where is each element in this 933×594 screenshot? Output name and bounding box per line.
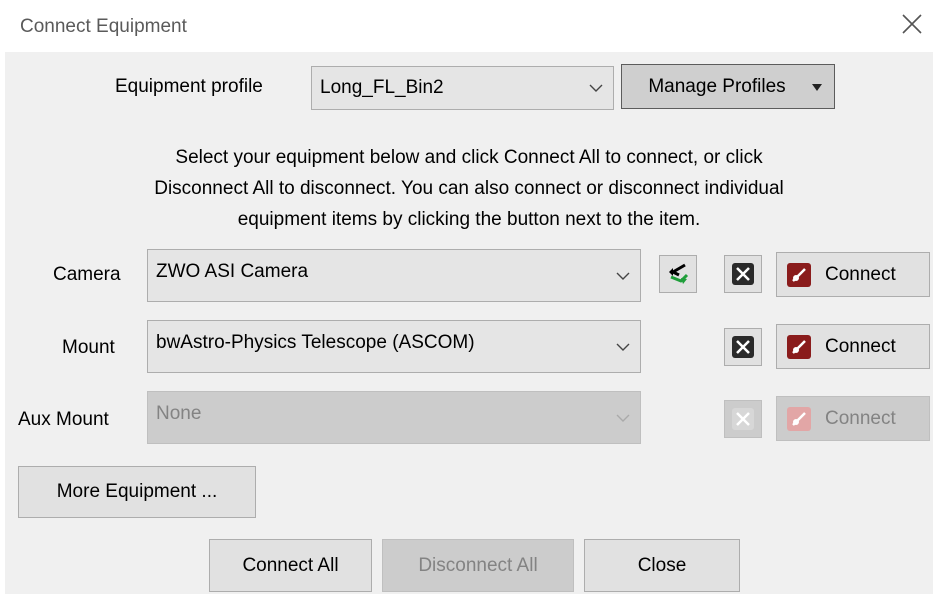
plug-icon bbox=[787, 407, 811, 431]
connect-all-label: Connect All bbox=[242, 554, 339, 576]
aux-mount-connect-label: Connect bbox=[825, 407, 896, 429]
refresh-icon bbox=[669, 263, 689, 284]
plug-icon bbox=[787, 335, 811, 359]
camera-select[interactable]: ZWO ASI Camera bbox=[147, 249, 641, 302]
equipment-profile-value: Long_FL_Bin2 bbox=[320, 77, 444, 98]
close-icon[interactable] bbox=[898, 10, 926, 38]
instructions-line-2: Disconnect All to disconnect. You can al… bbox=[154, 178, 784, 199]
close-button[interactable]: Close bbox=[584, 539, 740, 592]
instructions-line-1: Select your equipment below and click Co… bbox=[175, 147, 763, 168]
equipment-profile-select[interactable]: Long_FL_Bin2 bbox=[311, 66, 614, 110]
chevron-down-icon bbox=[616, 414, 630, 422]
disconnect-all-button[interactable]: Disconnect All bbox=[382, 539, 574, 592]
aux-mount-select[interactable]: None bbox=[147, 391, 641, 444]
disconnect-all-label: Disconnect All bbox=[418, 554, 538, 576]
more-equipment-label: More Equipment ... bbox=[56, 481, 218, 502]
tools-icon bbox=[732, 408, 754, 430]
tools-icon bbox=[732, 263, 754, 285]
equipment-profile-label: Equipment profile bbox=[115, 76, 263, 97]
camera-value: ZWO ASI Camera bbox=[156, 261, 309, 282]
mount-value: bwAstro-Physics Telescope (ASCOM) bbox=[156, 332, 475, 353]
instructions-text: Select your equipment below and click Co… bbox=[5, 142, 933, 235]
camera-connect-label: Connect bbox=[825, 263, 896, 285]
title-bar: Connect Equipment bbox=[0, 0, 933, 52]
camera-label: Camera bbox=[53, 264, 121, 285]
mount-connect-button[interactable]: Connect bbox=[776, 324, 930, 369]
mount-select[interactable]: bwAstro-Physics Telescope (ASCOM) bbox=[147, 320, 641, 373]
camera-refresh-button[interactable] bbox=[659, 255, 697, 293]
manage-profiles-button[interactable]: Manage Profiles bbox=[621, 64, 835, 109]
chevron-down-icon bbox=[616, 343, 630, 351]
aux-mount-connect-button[interactable]: Connect bbox=[776, 396, 930, 441]
mount-setup-button[interactable] bbox=[724, 328, 762, 366]
connect-all-button[interactable]: Connect All bbox=[209, 539, 372, 592]
manage-profiles-label: Manage Profiles bbox=[648, 75, 786, 97]
plug-icon bbox=[787, 263, 811, 287]
instructions-line-3: equipment items by clicking the button n… bbox=[237, 209, 701, 230]
mount-connect-label: Connect bbox=[825, 335, 896, 357]
close-label: Close bbox=[637, 554, 687, 576]
camera-setup-button[interactable] bbox=[724, 255, 762, 293]
aux-mount-label: Aux Mount bbox=[18, 409, 109, 430]
chevron-down-icon bbox=[616, 272, 630, 280]
camera-connect-button[interactable]: Connect bbox=[776, 252, 930, 297]
aux-mount-value: None bbox=[156, 403, 202, 424]
tools-icon bbox=[732, 336, 754, 358]
dropdown-triangle-icon bbox=[812, 84, 822, 91]
chevron-down-icon bbox=[589, 84, 603, 92]
window-title: Connect Equipment bbox=[20, 16, 187, 37]
more-equipment-button[interactable]: More Equipment ... bbox=[18, 466, 256, 518]
mount-label: Mount bbox=[62, 337, 115, 358]
aux-mount-setup-button[interactable] bbox=[724, 400, 762, 438]
